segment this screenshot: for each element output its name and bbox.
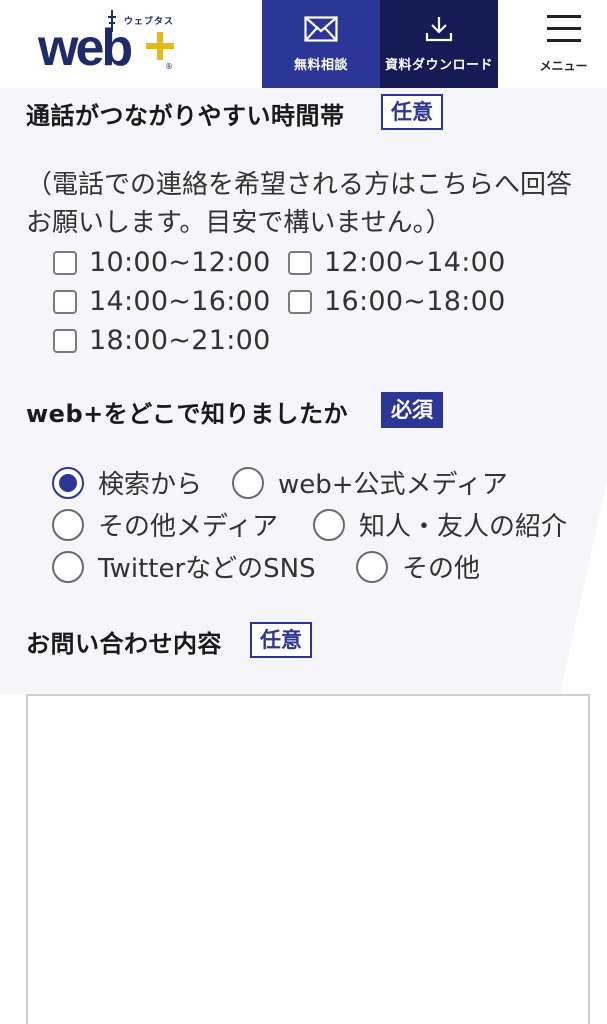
inquiry-title: お問い合わせ内容 (26, 630, 222, 658)
source-option-label: 知人・友人の紹介 (359, 512, 568, 542)
call-time-option-label: 12:00~14:00 (324, 247, 506, 278)
call-time-option-label: 14:00~16:00 (89, 286, 271, 317)
site-header: ウェブタス web ® 無料相談 資料ダウンロード メニュー (0, 0, 607, 88)
call-time-option-label: 10:00~12:00 (89, 247, 271, 278)
logo-wordmark: web (38, 19, 133, 77)
menu-button[interactable]: メニュー (520, 0, 607, 88)
source-option-referral[interactable]: 知人・友人の紹介 (313, 506, 567, 543)
download-icon (425, 16, 453, 41)
radio-button[interactable] (52, 550, 84, 583)
source-option-label: その他メディア (98, 512, 279, 542)
checkbox[interactable] (53, 250, 77, 275)
source-option-other[interactable]: その他 (356, 548, 480, 585)
logo-subtitle: ウェブタス (124, 17, 175, 27)
radio-button[interactable] (52, 508, 84, 541)
free-consultation-button[interactable]: 無料相談 (262, 0, 380, 88)
inquiry-optional-badge: 任意 (250, 622, 312, 658)
radio-button[interactable] (313, 508, 345, 541)
source-option-label: 検索から (98, 470, 203, 500)
document-download-button[interactable]: 資料ダウンロード (380, 0, 498, 88)
checkbox[interactable] (288, 289, 312, 314)
call-time-option-label: 18:00~21:00 (89, 325, 271, 356)
source-option-label: web+公式メディア (278, 470, 508, 500)
source-title: web+をどこで知りましたか (26, 400, 349, 428)
checkbox[interactable] (53, 289, 77, 314)
call-time-option-label: 16:00~18:00 (324, 286, 506, 317)
registered-mark: ® (165, 62, 173, 71)
source-option-sns[interactable]: TwitterなどのSNS (52, 548, 316, 585)
source-option-label: その他 (402, 554, 481, 584)
call-time-optional-badge: 任意 (381, 94, 443, 130)
inquiry-textarea[interactable] (26, 694, 590, 1024)
document-download-label: 資料ダウンロード (384, 57, 493, 73)
checkbox[interactable] (53, 328, 77, 353)
checkbox[interactable] (288, 250, 312, 275)
radio-button[interactable] (356, 550, 388, 583)
radio-button[interactable] (232, 466, 264, 499)
logo-plus-icon (146, 32, 174, 60)
site-logo[interactable]: ウェブタス web ® (38, 10, 178, 80)
call-time-option-1[interactable]: 10:00~12:00 (53, 247, 271, 278)
source-option-label: TwitterなどのSNS (98, 554, 316, 584)
menu-label: メニュー (539, 59, 588, 73)
source-required-badge: 必須 (381, 392, 443, 428)
radio-button-checked[interactable] (52, 466, 84, 499)
source-option-official-media[interactable]: web+公式メディア (232, 464, 508, 501)
free-consultation-label: 無料相談 (293, 57, 348, 73)
call-time-note: （電話での連絡を希望される方はこちらへ回答お願いします。目安で構いません。） (26, 170, 573, 238)
call-time-option-2[interactable]: 12:00~14:00 (288, 247, 506, 278)
call-time-option-5[interactable]: 18:00~21:00 (53, 325, 271, 356)
call-time-option-3[interactable]: 14:00~16:00 (53, 286, 271, 317)
source-option-other-media[interactable]: その他メディア (52, 506, 278, 543)
hamburger-icon (546, 15, 581, 43)
mail-icon (304, 15, 338, 42)
call-time-option-4[interactable]: 16:00~18:00 (288, 286, 506, 317)
source-option-search[interactable]: 検索から (52, 464, 202, 501)
call-time-title: 通話がつながりやすい時間帯 (26, 102, 345, 130)
